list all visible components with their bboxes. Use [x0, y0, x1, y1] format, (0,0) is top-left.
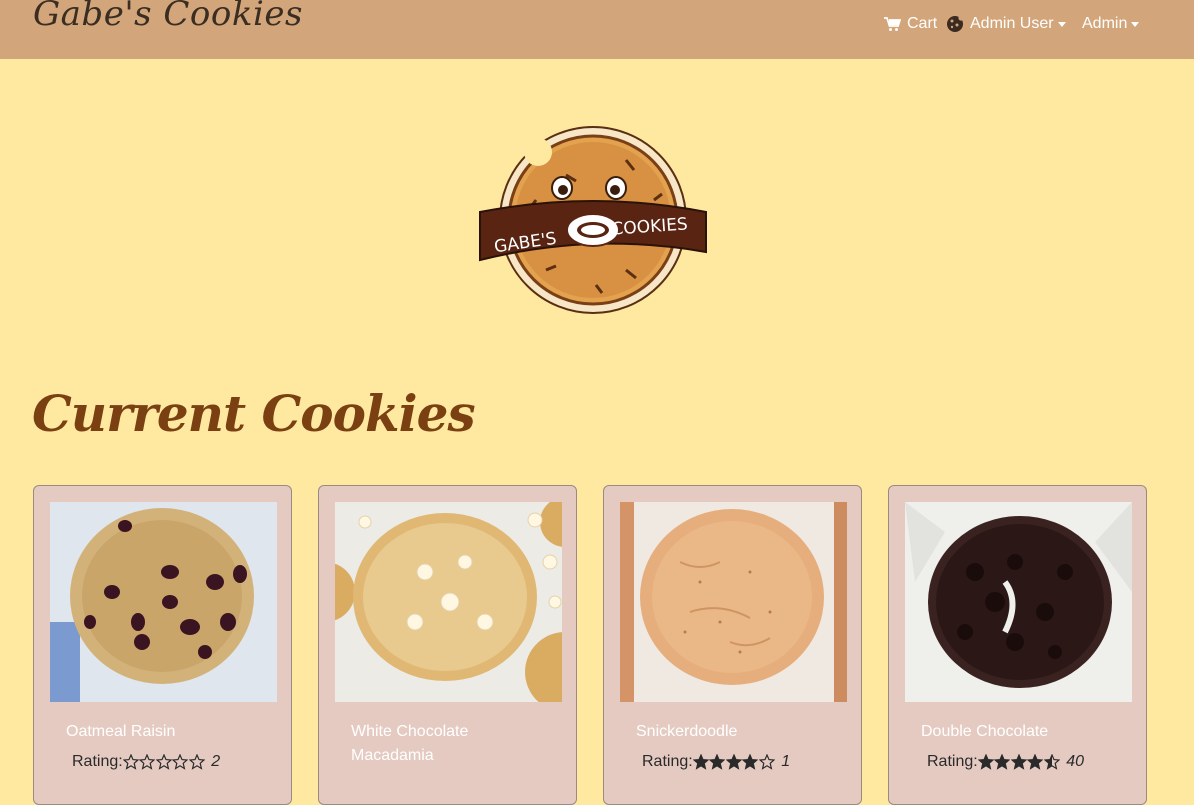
- star-half-icon: [1043, 754, 1060, 770]
- star-rating: [122, 754, 206, 770]
- cookie-rating: Rating: 1: [642, 753, 790, 771]
- rating-label: Rating:: [642, 753, 693, 770]
- star-full-icon: [1010, 754, 1027, 770]
- page-title: Current Cookies: [32, 384, 476, 443]
- cookie-card[interactable]: Oatmeal Raisin Rating: 2: [33, 485, 292, 805]
- star-full-icon: [1027, 754, 1044, 770]
- star-empty-icon: [139, 754, 156, 770]
- chevron-down-icon: [1057, 22, 1066, 27]
- cookie-image-oatmeal-raisin[interactable]: [50, 502, 277, 702]
- admin-menu-label: Admin: [1082, 15, 1128, 32]
- gabes-cookies-logo: GABE'S COOKIES: [479, 126, 707, 314]
- cart-icon: [884, 16, 901, 31]
- star-full-icon: [994, 754, 1011, 770]
- review-count: 2: [211, 753, 221, 770]
- cookie-card[interactable]: Snickerdoodle Rating: 1: [603, 485, 862, 805]
- review-count: 1: [781, 753, 791, 770]
- review-count: 40: [1066, 753, 1084, 770]
- cookie-name[interactable]: Oatmeal Raisin: [66, 720, 266, 744]
- star-empty-icon: [172, 754, 189, 770]
- star-empty-icon: [188, 754, 205, 770]
- star-full-icon: [692, 754, 709, 770]
- star-full-icon: [977, 754, 994, 770]
- star-empty-icon: [758, 754, 775, 770]
- cookie-image-double-chocolate[interactable]: [905, 502, 1132, 702]
- cookie-card[interactable]: White Chocolate Macadamia: [318, 485, 577, 805]
- user-menu-dropdown[interactable]: Admin User: [946, 13, 1066, 35]
- cart-label: Cart: [907, 15, 938, 32]
- rating-label: Rating:: [72, 753, 123, 770]
- star-full-icon: [725, 754, 742, 770]
- chevron-down-icon: [1131, 22, 1140, 27]
- cookie-rating: Rating: 2: [72, 753, 220, 771]
- rating-label: Rating:: [927, 753, 978, 770]
- star-rating: [692, 754, 776, 770]
- cookie-image-white-chocolate-macadamia[interactable]: [335, 502, 562, 702]
- cookie-card[interactable]: Double Chocolate Rating: 40: [888, 485, 1147, 805]
- star-full-icon: [709, 754, 726, 770]
- star-full-icon: [742, 754, 759, 770]
- star-rating: [977, 754, 1061, 770]
- star-empty-icon: [155, 754, 172, 770]
- admin-menu-dropdown[interactable]: Admin: [1082, 13, 1140, 35]
- cookie-name[interactable]: Double Chocolate: [921, 720, 1121, 744]
- brand-logo-text[interactable]: Gabe's Cookies: [33, 0, 303, 34]
- cart-link[interactable]: Cart: [884, 13, 937, 35]
- star-empty-icon: [122, 754, 139, 770]
- navbar: Gabe's Cookies Cart Admin User Admin: [0, 0, 1194, 59]
- cookie-icon: [947, 15, 964, 32]
- user-menu-label: Admin User: [970, 15, 1054, 32]
- cookie-rating: Rating: 40: [927, 753, 1084, 771]
- cookie-name[interactable]: White Chocolate Macadamia: [351, 720, 551, 768]
- cookie-name[interactable]: Snickerdoodle: [636, 720, 836, 744]
- cookie-image-snickerdoodle[interactable]: [620, 502, 847, 702]
